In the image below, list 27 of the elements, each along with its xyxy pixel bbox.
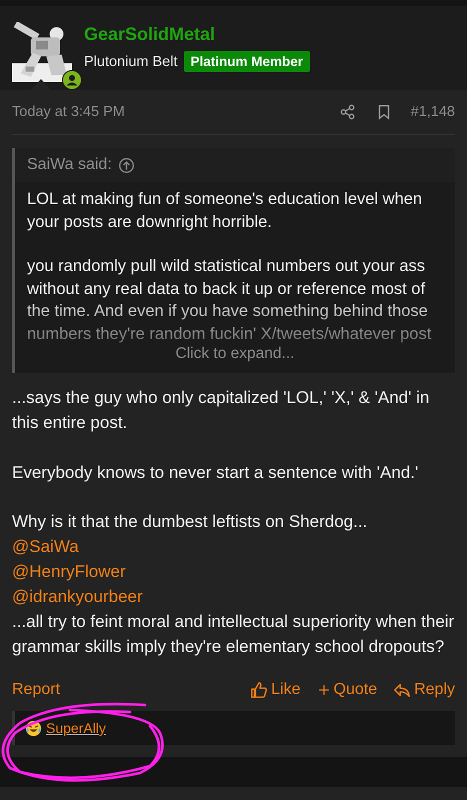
- post-text: ...all try to feint moral and intellectual superiority when their grammar skills imply they're elementary school dropouts?: [12, 611, 455, 658]
- member-badge: Platinum Member: [184, 51, 310, 72]
- post-text: Everybody knows to never start a sentence with 'And.': [12, 462, 420, 484]
- share-icon[interactable]: [338, 103, 357, 121]
- reply-button[interactable]: Reply: [393, 681, 455, 699]
- report-link[interactable]: Report: [12, 681, 60, 699]
- thumbs-up-icon: [250, 681, 268, 699]
- post-number-link[interactable]: #1,148: [410, 104, 455, 120]
- quote-text: LOL at making fun of someone's education level when your posts are downright horrible.: [27, 189, 424, 232]
- like-button[interactable]: Like: [250, 681, 300, 699]
- reaction-user-link[interactable]: SuperAlly: [46, 720, 106, 736]
- quote-button[interactable]: Quote: [316, 681, 378, 699]
- quote-author[interactable]: SaiWa said:: [27, 156, 112, 174]
- post-text: ...says the guy who only capitalized 'LOL,' 'X,' & 'And' in this entire post.: [12, 387, 430, 434]
- quote-text: you randomly pull wild statistical numbers out your ass without any real data to back it up or reference most of the time. And even if you have something behind those numbers they're random fuckin' X/tweets/whatever post: [27, 256, 432, 344]
- plus-icon: [316, 683, 330, 697]
- reply-arrow-icon: [393, 681, 412, 699]
- post-text: Why is it that the dumbest leftists on Sherdog...: [12, 511, 368, 533]
- arrow-up-icon[interactable]: [118, 156, 135, 174]
- laughing-emoji-icon: [25, 720, 42, 736]
- user-mention-link[interactable]: @HenryFlower: [12, 562, 126, 581]
- user-mention-link[interactable]: @idrankyourbeer: [12, 587, 143, 606]
- user-title: Plutonium Belt: [84, 54, 178, 70]
- user-mention-link[interactable]: @SaiWa: [12, 537, 79, 556]
- expand-link[interactable]: Click to expand...: [176, 345, 294, 363]
- post-time[interactable]: Today at 3:45 PM: [12, 104, 125, 120]
- username-link[interactable]: GearSolidMetal: [84, 24, 310, 45]
